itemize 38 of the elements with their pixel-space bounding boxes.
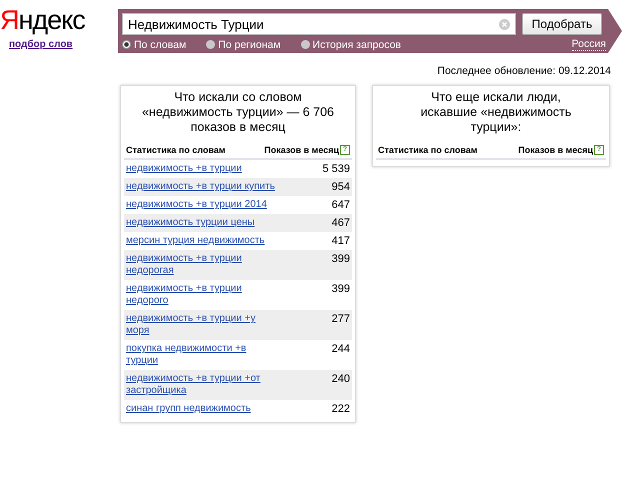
region-link[interactable]: Россия <box>572 38 606 51</box>
count-cell: 244 <box>332 343 350 355</box>
phrase-link[interactable]: недвижимость +в турции +у моря <box>126 313 276 337</box>
column-header: Показов в месяц <box>264 145 339 155</box>
count-cell: 240 <box>332 373 350 385</box>
count-cell: 647 <box>332 199 350 211</box>
phrase-link[interactable]: покупка недвижимости +в турции <box>126 343 276 367</box>
column-header: Статистика по словам <box>378 145 478 155</box>
search-field[interactable]: Недвижимость Турции <box>122 13 516 35</box>
count-cell: 277 <box>332 313 350 325</box>
phrase-link[interactable]: недвижимость +в турции +от застройщика <box>126 373 276 397</box>
phrase-link[interactable]: мерсин турция недвижимость <box>126 235 276 247</box>
count-cell: 5 539 <box>322 163 350 175</box>
phrase-link[interactable]: недвижимость +в турции 2014 <box>126 199 276 211</box>
phrase-link[interactable]: недвижимость +в турции купить <box>126 181 276 193</box>
mode-radio[interactable]: По словам <box>122 38 186 50</box>
mode-radio[interactable]: История запросов <box>300 38 401 50</box>
count-cell: 222 <box>332 403 350 415</box>
count-cell: 417 <box>332 235 350 247</box>
column-header: Статистика по словам <box>126 145 226 155</box>
mode-radio[interactable]: По регионам <box>206 38 281 50</box>
search-button[interactable]: Подобрать <box>522 13 602 35</box>
panel-title: Что искали со словом «недвижимость турции» — 6 706 показов в месяц <box>140 90 336 135</box>
service-link[interactable]: подбор слов <box>9 39 73 50</box>
count-cell: 467 <box>332 217 350 229</box>
phrase-link[interactable]: недвижимость турции цены <box>126 217 276 229</box>
count-cell: 399 <box>332 253 350 265</box>
phrase-link[interactable]: недвижимость +в турции недорогая <box>126 253 276 277</box>
panel-title: Что еще искали люди, искавшие «недвижимость турции»: <box>420 90 572 135</box>
column-header: Показов в месяц <box>518 145 593 155</box>
yandex-logo[interactable]: Яндекс <box>0 6 85 34</box>
phrase-link[interactable]: недвижимость +в турции недорого <box>126 283 276 307</box>
clear-icon[interactable] <box>499 18 510 30</box>
count-cell: 399 <box>332 283 350 295</box>
count-cell: 954 <box>332 181 350 193</box>
phrase-link[interactable]: синан групп недвижимость <box>126 403 276 415</box>
last-update-text: Последнее обновление: 09.12.2014 <box>436 65 611 77</box>
phrase-link[interactable]: недвижимость +в турции <box>126 163 276 175</box>
